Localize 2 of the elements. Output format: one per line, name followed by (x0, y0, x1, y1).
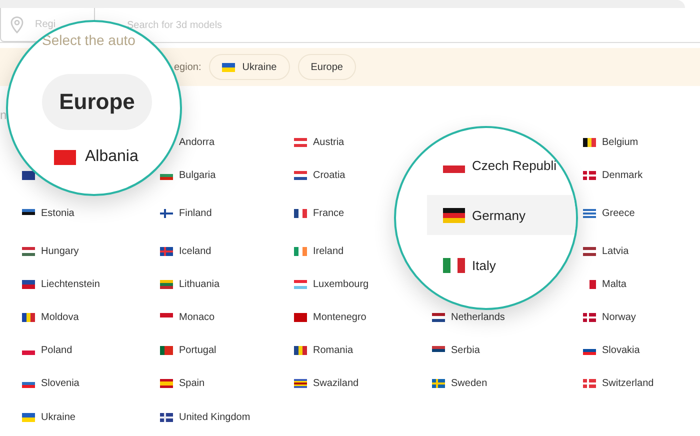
banner-label: egion: (174, 62, 202, 72)
heading-fragment: n (0, 108, 7, 122)
